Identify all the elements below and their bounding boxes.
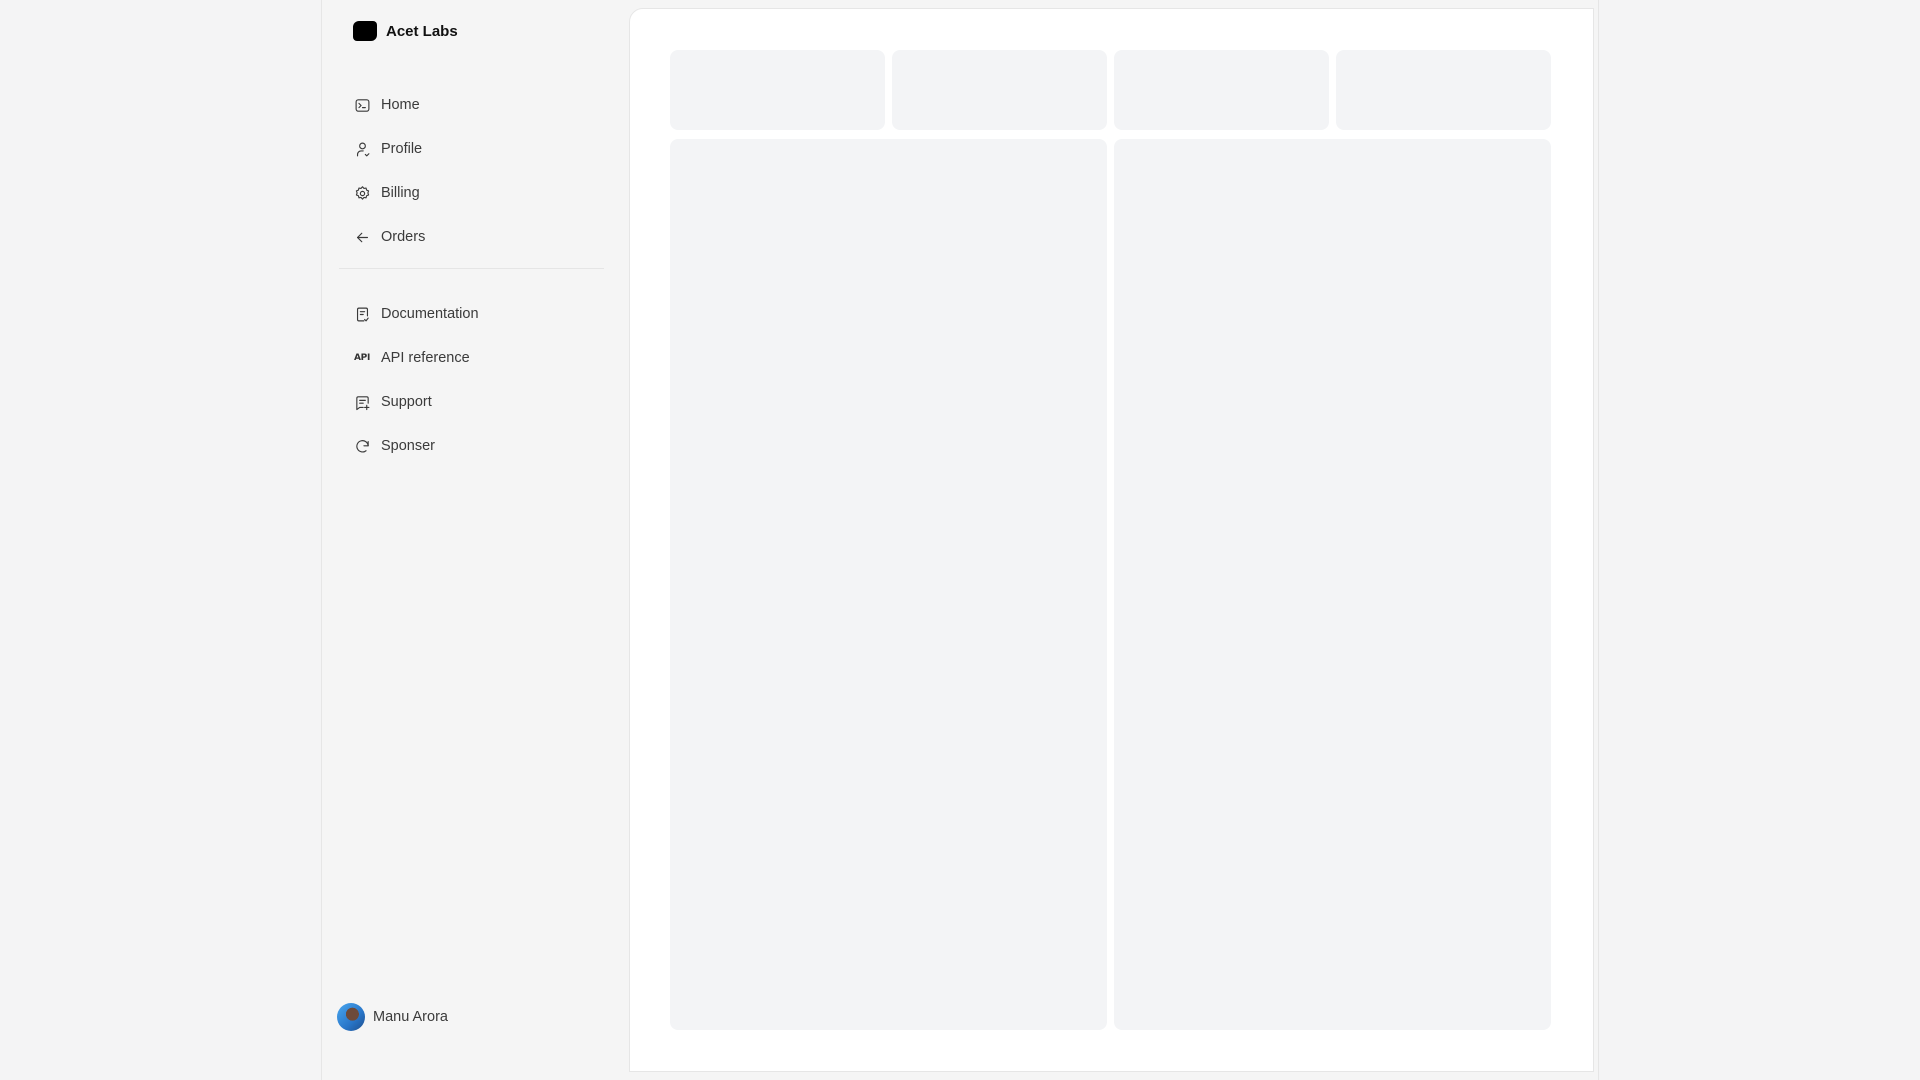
refresh-icon	[353, 437, 371, 455]
sidebar-item-label: Orders	[381, 229, 426, 245]
skeleton-card-3	[1114, 50, 1329, 130]
sidebar-item-label: Sponser	[381, 438, 436, 454]
sidebar-divider	[339, 268, 604, 269]
sidebar-item-label: API reference	[381, 350, 470, 366]
brand-logo-icon	[353, 21, 377, 41]
arrow-left-icon	[353, 228, 371, 246]
user-profile[interactable]: Manu Arora	[337, 1003, 448, 1031]
brand[interactable]: Acet Labs	[353, 20, 458, 42]
skeleton-panel-left	[670, 139, 1107, 1030]
brand-name: Acet Labs	[386, 22, 458, 40]
document-check-icon	[353, 305, 371, 323]
sidebar-item-home[interactable]: Home	[353, 83, 613, 127]
sidebar-item-api-reference[interactable]: API API reference	[353, 336, 613, 380]
message-plus-icon	[353, 393, 371, 411]
api-icon: API	[353, 349, 371, 367]
sidebar-item-label: Home	[381, 97, 420, 113]
secondary-nav: Documentation API API reference Support …	[353, 292, 613, 468]
skeleton-panel-right	[1114, 139, 1551, 1030]
app-frame: Acet Labs Home Profile Billing Orders Do…	[321, 0, 1599, 1080]
api-icon-text: API	[353, 353, 370, 363]
primary-nav: Home Profile Billing Orders	[353, 83, 613, 259]
sidebar-item-documentation[interactable]: Documentation	[353, 292, 613, 336]
sidebar-item-label: Documentation	[381, 306, 479, 322]
sidebar-item-profile[interactable]: Profile	[353, 127, 613, 171]
gear-icon	[353, 184, 371, 202]
sidebar-item-label: Support	[381, 394, 432, 410]
user-icon	[353, 140, 371, 158]
skeleton-card-4	[1336, 50, 1551, 130]
skeleton-card-1	[670, 50, 885, 130]
sidebar-item-orders[interactable]: Orders	[353, 215, 613, 259]
user-name: Manu Arora	[373, 1009, 448, 1025]
sidebar: Acet Labs Home Profile Billing Orders Do…	[322, 0, 629, 1080]
sidebar-item-sponser[interactable]: Sponser	[353, 424, 613, 468]
avatar	[337, 1003, 365, 1031]
sidebar-item-billing[interactable]: Billing	[353, 171, 613, 215]
skeleton-card-2	[892, 50, 1107, 130]
main-panel	[629, 8, 1594, 1072]
terminal-icon	[353, 96, 371, 114]
sidebar-item-label: Profile	[381, 141, 423, 157]
sidebar-item-label: Billing	[381, 185, 420, 201]
sidebar-item-support[interactable]: Support	[353, 380, 613, 424]
